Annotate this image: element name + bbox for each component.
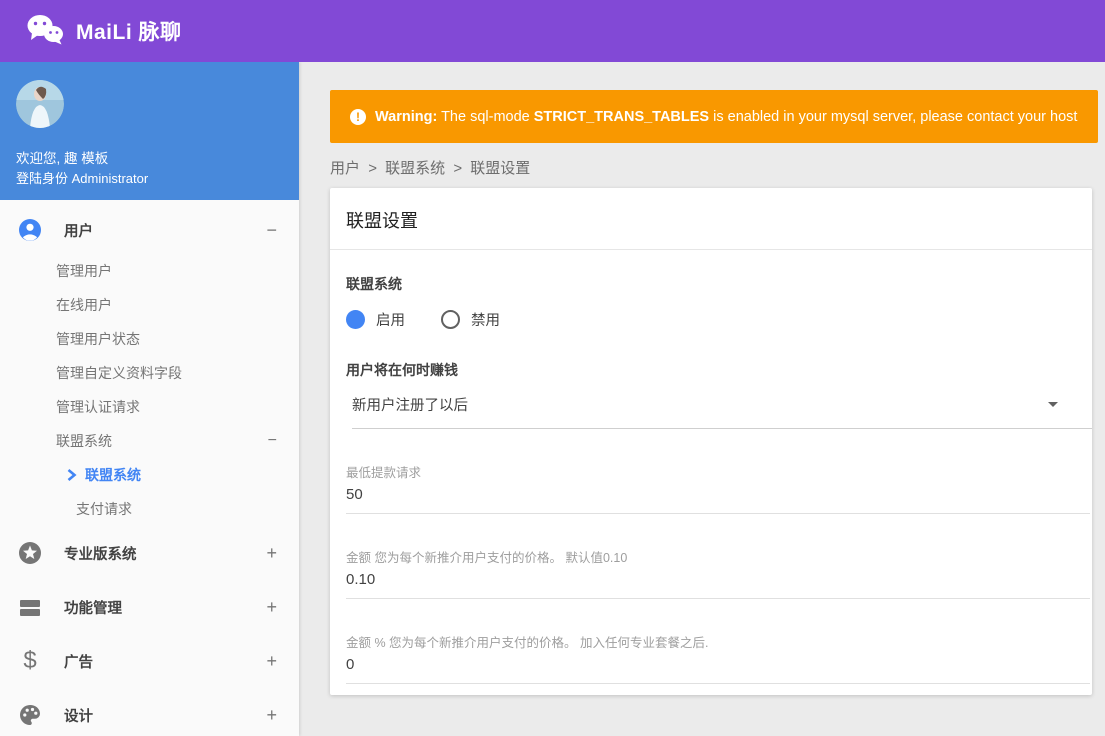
earn-when-select[interactable]: 新用户注册了以后 <box>352 394 1092 429</box>
breadcrumb-item: 联盟设置 <box>470 160 531 177</box>
referral-percent-field: 金额 % 您为每个新推介用户支付的价格。 加入任何专业套餐之后. <box>346 632 1090 684</box>
sidebar-item-pro-system[interactable]: 专业版系统 + <box>0 526 299 580</box>
avatar[interactable] <box>16 80 64 128</box>
wechat-logo-icon <box>26 13 64 50</box>
field-label: 金额 您为每个新推介用户支付的价格。 默认值0.10 <box>346 551 628 565</box>
breadcrumb: 用户 > 联盟系统 > 联盟设置 <box>328 157 1105 178</box>
exclamation-circle-icon: ! <box>350 108 366 125</box>
expand-icon[interactable]: + <box>266 651 277 672</box>
sidebar-item-affiliate-group[interactable]: 联盟系统 − <box>0 424 299 458</box>
sidebar: 欢迎您, 趣 模板 登陆身份 Administrator 用户 − 管理用户 在… <box>0 62 299 736</box>
sidebar-item-feature-manage[interactable]: 功能管理 + <box>0 580 299 634</box>
user-circle-icon <box>18 218 42 242</box>
card-header: 联盟设置 <box>330 188 1092 250</box>
sidebar-item-design[interactable]: 设计 + <box>0 688 299 736</box>
expand-icon[interactable]: + <box>266 597 277 618</box>
breadcrumb-separator: > <box>453 160 463 177</box>
card-title: 联盟设置 <box>346 211 418 231</box>
affiliate-system-label: 联盟系统 <box>346 276 402 292</box>
brand: MaiLi 脉聊 <box>26 13 182 50</box>
min-withdraw-input[interactable] <box>346 481 1090 514</box>
warning-text: Warning: The sql-mode STRICT_TRANS_TABLE… <box>375 108 1078 125</box>
breadcrumb-item[interactable]: 用户 <box>330 160 360 177</box>
sidebar-item-affiliate-settings-active[interactable]: 联盟系统 <box>0 458 299 492</box>
app-header: MaiLi 脉聊 <box>0 0 1105 62</box>
field-label: 金额 % 您为每个新推介用户支付的价格。 加入任何专业套餐之后. <box>346 636 709 650</box>
sidebar-item-online-users[interactable]: 在线用户 <box>0 288 299 322</box>
radio-enable[interactable]: 启用 <box>346 309 405 330</box>
min-withdraw-field: 最低提款请求 <box>346 462 1090 514</box>
referral-amount-input[interactable] <box>346 566 1090 599</box>
sidebar-item-custom-fields[interactable]: 管理自定义资料字段 <box>0 356 299 390</box>
breadcrumb-item[interactable]: 联盟系统 <box>385 160 445 177</box>
profile-panel: 欢迎您, 趣 模板 登陆身份 Administrator <box>0 62 299 200</box>
radio-unselected-icon[interactable] <box>441 310 460 329</box>
sidebar-item-payment-requests[interactable]: 支付请求 <box>0 492 299 526</box>
radio-selected-icon[interactable] <box>346 310 365 329</box>
select-value: 新用户注册了以后 <box>352 398 468 414</box>
login-role-text: 登陆身份 Administrator <box>16 171 149 186</box>
caret-down-icon <box>1048 402 1058 407</box>
main-content: ! Warning: The sql-mode STRICT_TRANS_TAB… <box>299 62 1105 736</box>
earn-when-label: 用户将在何时赚钱 <box>346 362 458 378</box>
sidebar-menu: 用户 − 管理用户 在线用户 管理用户状态 管理自定义资料字段 管理认证请求 联… <box>0 200 299 736</box>
collapse-icon[interactable]: − <box>268 432 277 450</box>
referral-amount-field: 金额 您为每个新推介用户支付的价格。 默认值0.10 <box>346 547 1090 599</box>
expand-icon[interactable]: + <box>266 705 277 726</box>
sidebar-item-user-status[interactable]: 管理用户状态 <box>0 322 299 356</box>
welcome-text: 欢迎您, 趣 模板 <box>16 151 109 166</box>
breadcrumb-separator: > <box>368 160 377 177</box>
sidebar-item-manage-users[interactable]: 管理用户 <box>0 254 299 288</box>
sidebar-item-ads[interactable]: $ 广告 + <box>0 634 299 688</box>
field-label: 最低提款请求 <box>346 466 422 480</box>
app-title: MaiLi 脉聊 <box>76 21 182 44</box>
referral-percent-input[interactable] <box>346 651 1090 684</box>
collapse-icon[interactable]: − <box>266 220 277 241</box>
sidebar-item-users[interactable]: 用户 − <box>0 206 299 254</box>
dollar-icon: $ <box>23 647 37 674</box>
sidebar-item-verify-requests[interactable]: 管理认证请求 <box>0 390 299 424</box>
radio-disable[interactable]: 禁用 <box>441 309 500 330</box>
chevron-right-icon <box>66 469 77 481</box>
card-body: 联盟系统 启用 禁用 用户将在何时赚钱 新用户注册了以后 最低提款请求 50 金… <box>330 250 1092 695</box>
star-circle-icon <box>18 541 42 565</box>
stream-icon <box>18 595 42 619</box>
affiliate-settings-card: 联盟设置 联盟系统 启用 禁用 用户将在何时赚钱 新用户注册了以后 最低提款请求… <box>330 188 1092 695</box>
palette-icon <box>18 703 42 727</box>
affiliate-system-radio-group: 启用 禁用 <box>346 309 1076 330</box>
expand-icon[interactable]: + <box>266 543 277 564</box>
warning-banner: ! Warning: The sql-mode STRICT_TRANS_TAB… <box>330 90 1098 143</box>
